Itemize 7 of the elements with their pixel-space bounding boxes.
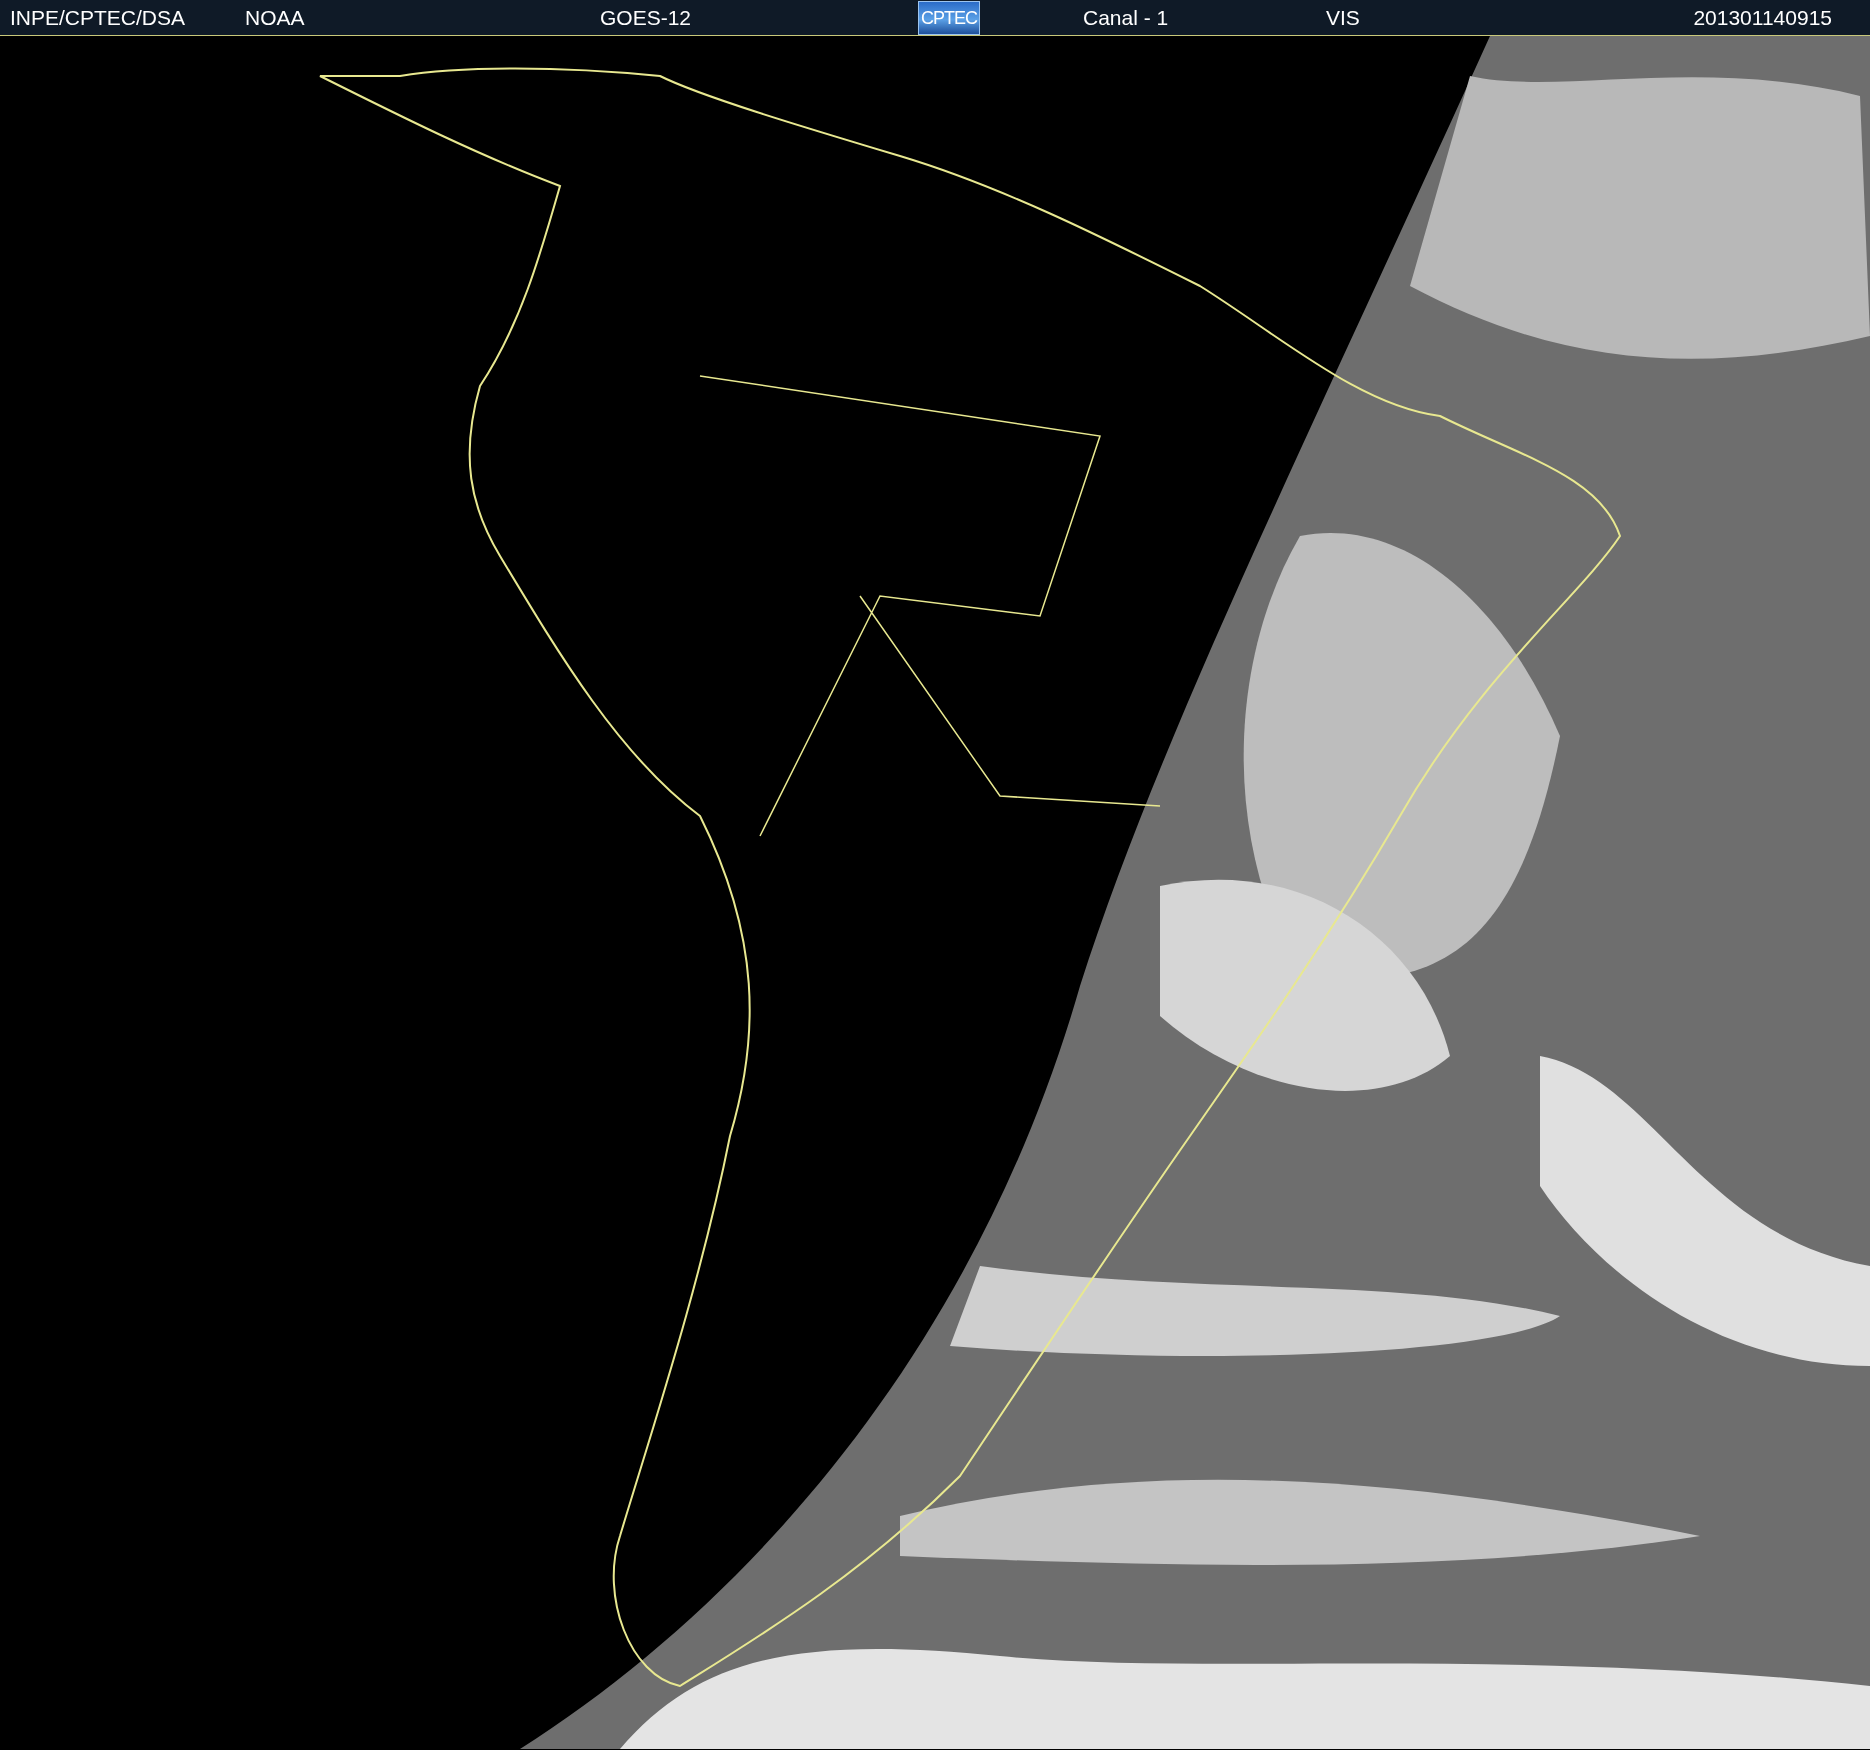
header-label: GOES-12 (600, 4, 693, 31)
header-label: NOAA (245, 4, 306, 31)
header-label: 201301140915 (1693, 4, 1832, 31)
header-label: INPE/CPTEC/DSA (10, 4, 187, 31)
header-label: Canal - 1 (1083, 4, 1170, 31)
header-label: VIS (1326, 4, 1361, 31)
logo: CPTEC (918, 0, 980, 35)
